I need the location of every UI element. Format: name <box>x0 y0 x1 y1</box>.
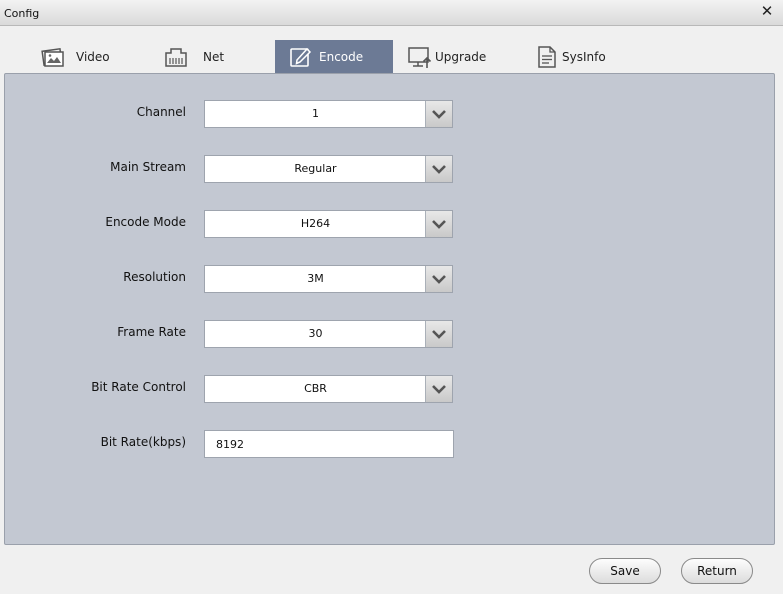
bit-rate-row: Bit Rate(kbps) <box>5 430 776 458</box>
tab-encode[interactable]: Encode <box>275 40 393 73</box>
encode-mode-label: Encode Mode <box>105 215 186 229</box>
tab-net[interactable]: Net <box>163 40 224 73</box>
main-stream-select[interactable]: Regular <box>204 155 453 183</box>
frame-rate-label: Frame Rate <box>117 325 186 339</box>
tab-video[interactable]: Video <box>40 40 110 73</box>
tab-video-label: Video <box>76 49 110 64</box>
frame-rate-row: Frame Rate 30 <box>5 320 776 348</box>
tab-sysinfo[interactable]: SysInfo <box>534 40 606 73</box>
bit-rate-control-row: Bit Rate Control CBR <box>5 375 776 403</box>
encode-mode-select[interactable]: H264 <box>204 210 453 238</box>
main-stream-label: Main Stream <box>110 160 186 174</box>
tab-bar: Video Net Encode Upgrade SysInfo <box>0 40 783 73</box>
channel-value: 1 <box>312 107 319 120</box>
tab-net-label: Net <box>203 49 225 64</box>
chevron-down-icon[interactable] <box>425 101 452 127</box>
frame-rate-select[interactable]: 30 <box>204 320 453 348</box>
tab-sysinfo-label: SysInfo <box>562 49 606 64</box>
tab-encode-label: Encode <box>319 49 364 64</box>
resolution-row: Resolution 3M <box>5 265 776 293</box>
channel-label: Channel <box>136 105 186 119</box>
encode-settings-panel: Channel 1 Main Stream Regular Encode Mod… <box>4 73 775 545</box>
chevron-down-icon[interactable] <box>425 156 452 182</box>
bit-rate-label: Bit Rate(kbps) <box>100 435 186 449</box>
channel-row: Channel 1 <box>5 100 776 128</box>
save-button[interactable]: Save <box>589 558 661 584</box>
tab-upgrade-label: Upgrade <box>435 49 487 64</box>
chevron-down-icon[interactable] <box>425 211 452 237</box>
chevron-down-icon[interactable] <box>425 266 452 292</box>
bit-rate-control-label: Bit Rate Control <box>91 380 186 394</box>
frame-rate-value: 30 <box>308 327 323 340</box>
bit-rate-control-select[interactable]: CBR <box>204 375 453 403</box>
tab-upgrade[interactable]: Upgrade <box>407 40 486 73</box>
return-button[interactable]: Return <box>681 558 753 584</box>
chevron-down-icon[interactable] <box>425 321 452 347</box>
window-title: Config <box>4 7 40 20</box>
title-bar: Config ✕ <box>0 0 783 26</box>
bit-rate-control-value: CBR <box>304 382 327 395</box>
resolution-select[interactable]: 3M <box>204 265 453 293</box>
resolution-label: Resolution <box>123 270 186 284</box>
upgrade-icon <box>408 46 432 68</box>
document-icon <box>538 45 556 68</box>
encode-mode-row: Encode Mode H264 <box>5 210 776 238</box>
main-stream-value: Regular <box>294 162 337 175</box>
close-icon[interactable]: ✕ <box>759 3 775 19</box>
network-icon <box>165 47 187 67</box>
resolution-value: 3M <box>307 272 324 285</box>
edit-icon <box>290 47 312 67</box>
bit-rate-input[interactable] <box>204 430 454 458</box>
main-stream-row: Main Stream Regular <box>5 155 776 183</box>
video-icon <box>41 47 64 67</box>
chevron-down-icon[interactable] <box>425 376 452 402</box>
channel-select[interactable]: 1 <box>204 100 453 128</box>
encode-mode-value: H264 <box>300 217 331 230</box>
